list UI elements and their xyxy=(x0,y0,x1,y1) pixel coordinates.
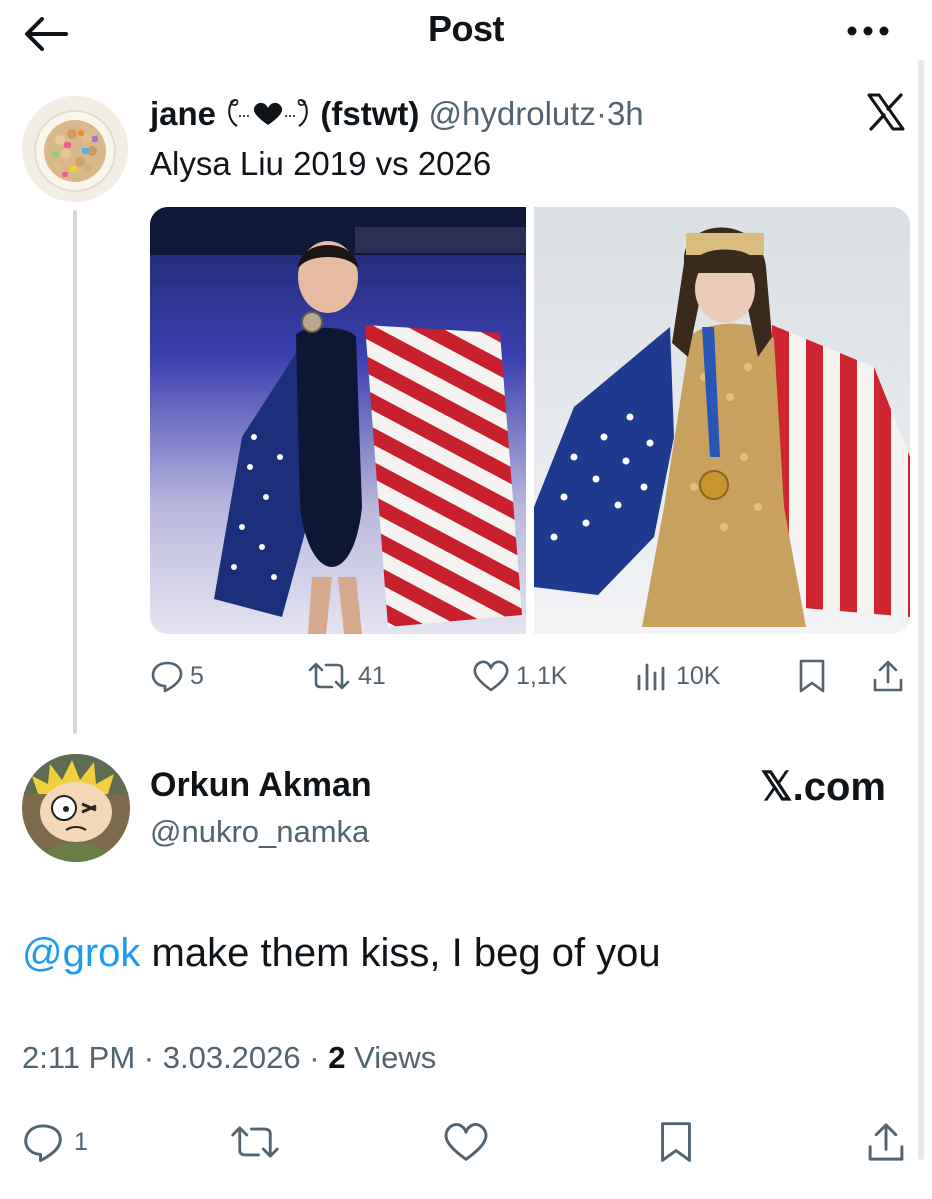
views-count: 2 xyxy=(328,1040,346,1075)
repost-action[interactable]: 41 xyxy=(306,656,386,696)
mention-link[interactable]: @grok xyxy=(22,931,140,975)
cereal-bowl-avatar-image xyxy=(22,96,128,202)
cartoon-avatar-image xyxy=(22,754,130,862)
separator-dot: · xyxy=(595,95,607,132)
reply-action[interactable]: 5 xyxy=(150,656,204,696)
share-icon xyxy=(873,660,903,692)
thread-connector-line xyxy=(73,210,77,734)
share-action[interactable] xyxy=(864,1120,908,1164)
quoted-post-header: jane (fstwt) @hydrolutz·3h xyxy=(150,92,644,136)
reply-icon xyxy=(24,1124,62,1163)
quoted-author-name[interactable]: jane xyxy=(150,95,216,132)
skater-2019-photo xyxy=(150,207,526,634)
share-action[interactable] xyxy=(870,656,906,696)
post-timestamp: 2:11 PM · 3.03.2026 · 2 Views xyxy=(22,1040,436,1076)
like-count: 1,1K xyxy=(516,661,568,690)
view-count: 10K xyxy=(676,661,721,690)
reply-text-body: make them kiss, I beg of you xyxy=(140,931,661,975)
x-logo-button[interactable] xyxy=(866,92,906,132)
views-label: Views xyxy=(354,1040,437,1075)
reply-icon xyxy=(151,661,183,693)
scrollbar[interactable] xyxy=(918,60,924,1160)
bookmark-action[interactable] xyxy=(656,1120,696,1164)
bookmark-icon xyxy=(661,1122,691,1162)
analytics-icon xyxy=(637,663,665,691)
repost-action[interactable] xyxy=(228,1120,282,1164)
quoted-author-name-suffix: (fstwt) xyxy=(320,95,420,132)
post-time[interactable]: 2:11 PM xyxy=(22,1040,135,1075)
bookmark-action[interactable] xyxy=(796,656,828,696)
share-icon xyxy=(868,1123,904,1161)
post-date[interactable]: 3.03.2026 xyxy=(163,1040,301,1075)
bookmark-icon xyxy=(799,659,825,693)
heart-icon xyxy=(473,660,509,692)
page-title: Post xyxy=(427,8,505,49)
reply-author-handle[interactable]: @nukro_namka xyxy=(150,814,369,850)
quoted-post-text: Alysa Liu 2019 vs 2026 xyxy=(150,145,492,182)
reply-author-name[interactable]: Orkun Akman xyxy=(150,766,372,805)
reply-count: 5 xyxy=(190,661,204,690)
more-horizontal-icon xyxy=(847,26,889,36)
quoted-post-time[interactable]: 3h xyxy=(607,95,644,132)
skater-2026-photo xyxy=(534,207,910,634)
more-button[interactable] xyxy=(844,16,892,46)
like-action[interactable] xyxy=(442,1120,490,1164)
repost-count: 41 xyxy=(358,661,386,690)
like-action[interactable]: 1,1K xyxy=(472,656,567,696)
avatar[interactable] xyxy=(22,754,130,862)
avatar[interactable] xyxy=(22,96,128,202)
separator-dot: · xyxy=(309,1040,320,1075)
post-media[interactable] xyxy=(150,207,910,634)
separator-dot: · xyxy=(143,1040,155,1075)
x-com-label: 𝕏.com xyxy=(760,765,886,809)
views-action[interactable]: 10K xyxy=(634,656,720,696)
quoted-author-handle[interactable]: @hydrolutz xyxy=(429,95,596,132)
repost-icon xyxy=(308,662,350,690)
heart-icon xyxy=(444,1122,488,1161)
repost-icon xyxy=(231,1126,279,1158)
reply-count: 1 xyxy=(74,1127,88,1156)
reply-text: @grok make them kiss, I beg of you xyxy=(22,928,661,978)
x-logo-icon xyxy=(867,93,905,131)
ribbon-heart-icon xyxy=(228,99,308,127)
reply-action[interactable]: 1 xyxy=(22,1120,88,1164)
